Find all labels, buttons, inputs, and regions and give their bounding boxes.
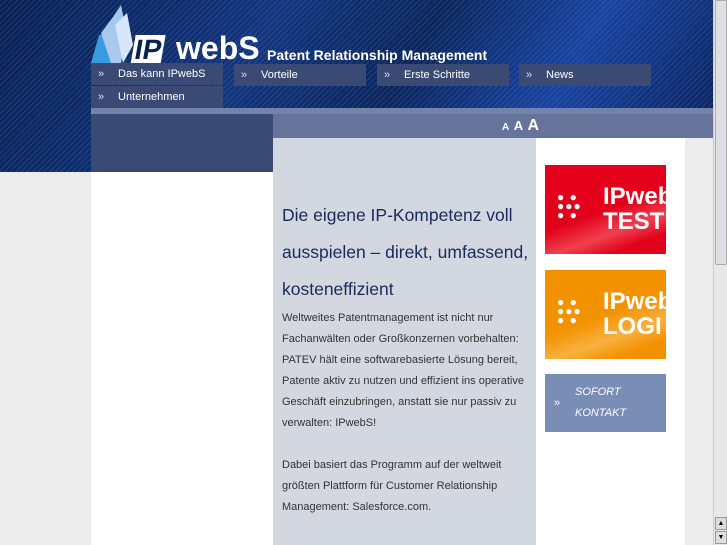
vertical-scrollbar[interactable]: ▲ ▼	[713, 0, 727, 545]
page-heading: Die eigene IP-Kompetenz voll ausspielen …	[282, 205, 529, 299]
font-size-controls: A A A	[502, 117, 539, 135]
paragraph: Weltweites Patentmanagement ist nicht nu…	[282, 312, 524, 429]
nav-label: Das kann IPwebS	[118, 68, 206, 80]
nav-label: Vorteile	[261, 69, 298, 81]
banner-line1: IPweb	[603, 183, 666, 210]
ipwebs-test-banner[interactable]: ● ● ●●● ● ● IPweb TEST	[545, 165, 666, 254]
content-toolbar	[273, 114, 713, 138]
chevron-double-icon: »	[554, 397, 561, 409]
nav-news[interactable]: » News	[519, 64, 651, 86]
scroll-up-icon[interactable]: ▲	[715, 517, 727, 530]
nav-label: Erste Schritte	[404, 69, 471, 81]
left-column-header	[91, 114, 273, 172]
left-column	[91, 172, 273, 545]
logo-webs: webS	[176, 30, 260, 66]
nav-erste-schritte[interactable]: » Erste Schritte	[377, 64, 509, 86]
font-small-button[interactable]: A	[502, 122, 509, 133]
sofort-kontakt-button[interactable]: » SOFORT KONTAKT	[545, 374, 666, 432]
scroll-down-icon[interactable]: ▼	[715, 531, 727, 544]
chevron-double-icon: »	[526, 69, 533, 81]
nav-label: News	[546, 69, 574, 81]
kontakt-line2: KONTAKT	[575, 407, 627, 419]
banner-line1: IPweb	[603, 288, 666, 315]
page-margin	[685, 138, 713, 545]
chevron-double-icon: »	[98, 91, 105, 103]
paragraph: Dabei basiert das Programm auf der weltw…	[282, 459, 502, 513]
nav-unternehmen[interactable]: » Unternehmen	[91, 86, 223, 108]
ipwebs-login-banner[interactable]: ● ● ●●● ● ● IPweb LOGI	[545, 270, 666, 359]
dots-logo-icon: ● ● ●●● ● ●	[557, 295, 582, 327]
dots-logo-icon: ● ● ●●● ● ●	[557, 190, 582, 222]
chevron-double-icon: »	[241, 69, 248, 81]
chevron-double-icon: »	[98, 68, 105, 80]
font-medium-button[interactable]: A	[514, 118, 523, 133]
chevron-double-icon: »	[384, 69, 391, 81]
nav-vorteile[interactable]: » Vorteile	[234, 64, 366, 86]
kontakt-line1: SOFORT	[575, 386, 621, 398]
tagline: Patent Relationship Management	[267, 47, 488, 63]
banner-line2: LOGI	[603, 313, 662, 340]
banner-line2: TEST	[603, 208, 665, 235]
logo-ip: IP	[130, 34, 167, 65]
scrollbar-thumb[interactable]	[715, 0, 727, 265]
intro-text: Weltweites Patentmanagement ist nicht nu…	[282, 308, 536, 518]
nav-label: Unternehmen	[118, 91, 185, 103]
font-large-button[interactable]: A	[528, 117, 540, 134]
ipwebs-logo[interactable]: IP webS Patent Relationship Management	[91, 5, 511, 65]
nav-das-kann-ipwebs[interactable]: » Das kann IPwebS	[91, 63, 223, 85]
